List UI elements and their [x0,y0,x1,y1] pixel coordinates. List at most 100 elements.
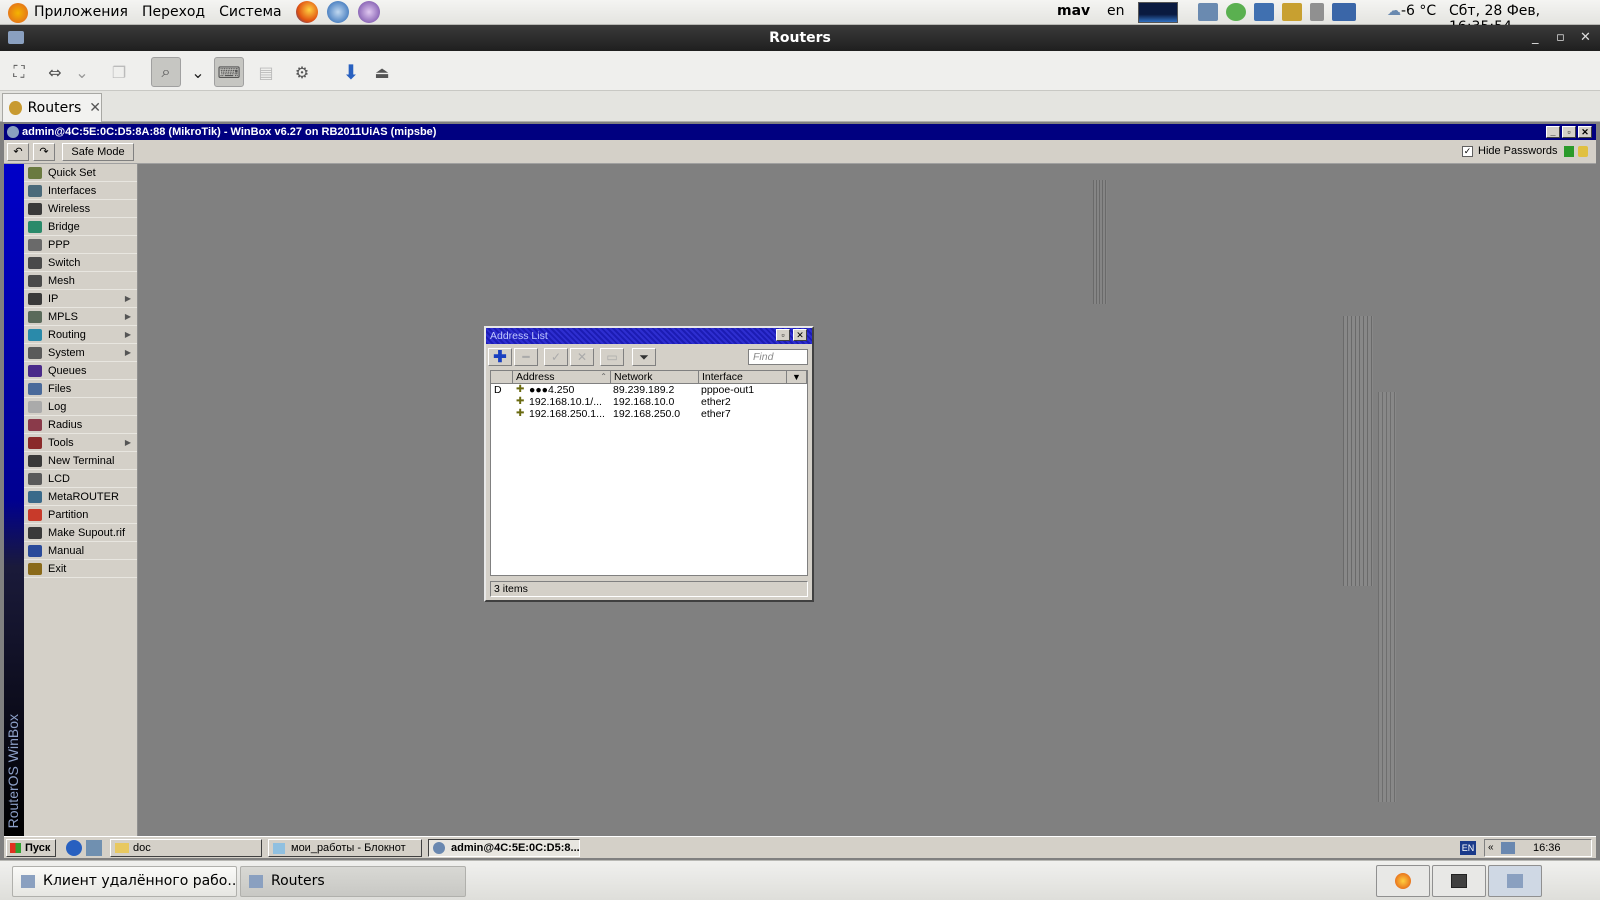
sidebar-item-files[interactable]: Files [24,380,137,398]
column-header-network[interactable]: Network [611,371,699,384]
winbox-minimize-button[interactable]: _ [1546,126,1560,138]
address-list-title-bar[interactable]: Address List ▫ ✕ [486,328,812,344]
remmina-tray-icon[interactable] [1198,3,1218,21]
sidebar-item-wireless[interactable]: Wireless [24,200,137,218]
ie-icon[interactable] [66,840,82,856]
sidebar-item-queues[interactable]: Queues [24,362,137,380]
close-icon[interactable]: ✕ [89,100,101,116]
show-desktop-icon[interactable] [86,840,102,856]
sidebar-item-interfaces[interactable]: Interfaces [24,182,137,200]
remove-icon[interactable]: ━ [514,348,538,366]
system-monitor-icon[interactable] [1138,2,1178,23]
table-row[interactable]: ✚ 192.168.250.1... 192.168.250.0 ether7 [491,408,807,420]
workspace-2[interactable] [1432,865,1486,897]
maximize-button[interactable]: ▫ [1556,25,1565,51]
sidebar-item-new-terminal[interactable]: New Terminal [24,452,137,470]
flag-column-header[interactable] [491,371,513,384]
sidebar-item-exit[interactable]: Exit [24,560,137,578]
taskbar-button-doc[interactable]: doc [110,839,262,857]
sidebar-item-routing[interactable]: Routing ▶ [24,326,137,344]
address-list-maximize-button[interactable]: ▫ [776,329,790,341]
taskbar-button-notepad[interactable]: мои_работы - Блокнот [268,839,422,857]
pidgin-icon[interactable] [357,1,380,23]
scale-icon[interactable]: ⇔ [40,57,70,87]
update-icon[interactable] [1226,3,1246,21]
disconnect-icon[interactable]: ⏏ [367,57,397,87]
gnome-foot-icon[interactable] [8,3,28,23]
sidebar-item-mpls[interactable]: MPLS ▶ [24,308,137,326]
multi-monitor-icon[interactable]: ❐ [104,57,134,87]
task-routers[interactable]: Routers [240,866,466,897]
language-indicator[interactable]: EN [1460,841,1476,855]
notes-icon[interactable] [1282,3,1302,21]
sidebar-item-log[interactable]: Log [24,398,137,416]
network-icon[interactable] [1332,3,1356,21]
sidebar-item-quick-set[interactable]: Quick Set [24,164,137,182]
start-button[interactable]: Пуск [6,839,56,857]
tools-icon[interactable]: ▤ [251,57,281,87]
firefox-icon[interactable] [295,1,318,23]
menu-system[interactable]: Система [219,4,281,20]
winbox-restore-button[interactable]: ▫ [1562,126,1576,138]
safe-mode-button[interactable]: Safe Mode [62,143,134,161]
network-tray-icon[interactable] [1501,842,1515,854]
grab-input-icon[interactable]: ⌕ [151,57,181,87]
sidebar-item-lcd[interactable]: LCD [24,470,137,488]
column-header-address[interactable]: Address ⌃ [513,371,611,384]
chevron-down-icon[interactable]: ⌄ [72,57,92,87]
disable-icon[interactable]: ✕ [570,348,594,366]
sidebar-item-system[interactable]: System ▶ [24,344,137,362]
enable-icon[interactable]: ✓ [544,348,568,366]
redo-icon[interactable]: ↷ [33,143,55,161]
workspace-3[interactable] [1488,865,1542,897]
comment-icon[interactable]: ▭ [600,348,624,366]
weather-temp[interactable]: -6 °C [1401,3,1436,19]
tab-routers[interactable]: Routers ✕ [2,93,102,122]
find-input[interactable]: Find [748,349,808,365]
sidebar-item-partition[interactable]: Partition [24,506,137,524]
sidebar-item-switch[interactable]: Switch [24,254,137,272]
menu-places[interactable]: Переход [142,4,205,20]
thunderbird-icon[interactable] [326,1,349,23]
minimize-button[interactable]: _ [1532,25,1539,51]
sidebar-item-mesh[interactable]: Mesh [24,272,137,290]
system-icon [28,346,42,359]
sidebar-item-bridge[interactable]: Bridge [24,218,137,236]
chevron-down-icon[interactable]: ⌄ [188,57,208,87]
taskbar-button-winbox[interactable]: admin@4C:5E:0C:D5:8... [428,839,580,857]
tray-expand-icon[interactable]: « [1488,842,1494,853]
toggle-fullscreen-icon[interactable]: ⛶ [4,57,34,87]
screenshot-icon[interactable]: ⚙ [287,57,317,87]
undo-icon[interactable]: ↶ [7,143,29,161]
keyboard-layout[interactable]: en [1107,3,1125,19]
task-remote-desktop-client[interactable]: Клиент удалённого рабо... [12,866,237,897]
sidebar-item-tools[interactable]: Tools ▶ [24,434,137,452]
table-row[interactable]: ✚ 192.168.10.1/... 192.168.10.0 ether2 [491,396,807,408]
address-list-status: 3 items [490,581,808,597]
preferences-icon[interactable]: ⌨ [214,57,244,87]
remote-clock[interactable]: 16:36 [1533,842,1561,854]
weather-icon[interactable]: ☁ [1387,3,1401,19]
add-icon[interactable]: ✚ [488,348,512,366]
table-row[interactable]: D ✚ ●●●4.250 89.239.189.2 pppoe-out1 [491,384,807,396]
sidebar-item-manual[interactable]: Manual [24,542,137,560]
column-header-interface[interactable]: Interface [699,371,787,384]
menu-applications[interactable]: Приложения [34,4,128,20]
sidebar-item-ip[interactable]: IP ▶ [24,290,137,308]
sidebar-item-make-supout-rif[interactable]: Make Supout.rif [24,524,137,542]
address-list-close-button[interactable]: ✕ [793,329,807,341]
hide-passwords-checkbox[interactable]: ✓ [1462,146,1473,157]
close-button[interactable]: ✕ [1580,25,1591,51]
sidebar-item-ppp[interactable]: PPP [24,236,137,254]
volume-icon[interactable] [1310,3,1324,21]
sidebar-item-radius[interactable]: Radius [24,416,137,434]
sidebar-item-metarouter[interactable]: MetaROUTER [24,488,137,506]
winbox-close-button[interactable]: ✕ [1578,126,1592,138]
display-icon[interactable] [1254,3,1274,21]
download-icon[interactable]: ⬇ [336,57,366,87]
columns-dropdown-icon[interactable]: ▼ [787,371,807,384]
workspace-1[interactable] [1376,865,1430,897]
filter-icon[interactable]: ⏷ [632,348,656,366]
winbox-menu: Quick Set Interfaces Wireless Bridge PPP Swit… [24,164,138,836]
user-name[interactable]: mav [1057,3,1090,19]
